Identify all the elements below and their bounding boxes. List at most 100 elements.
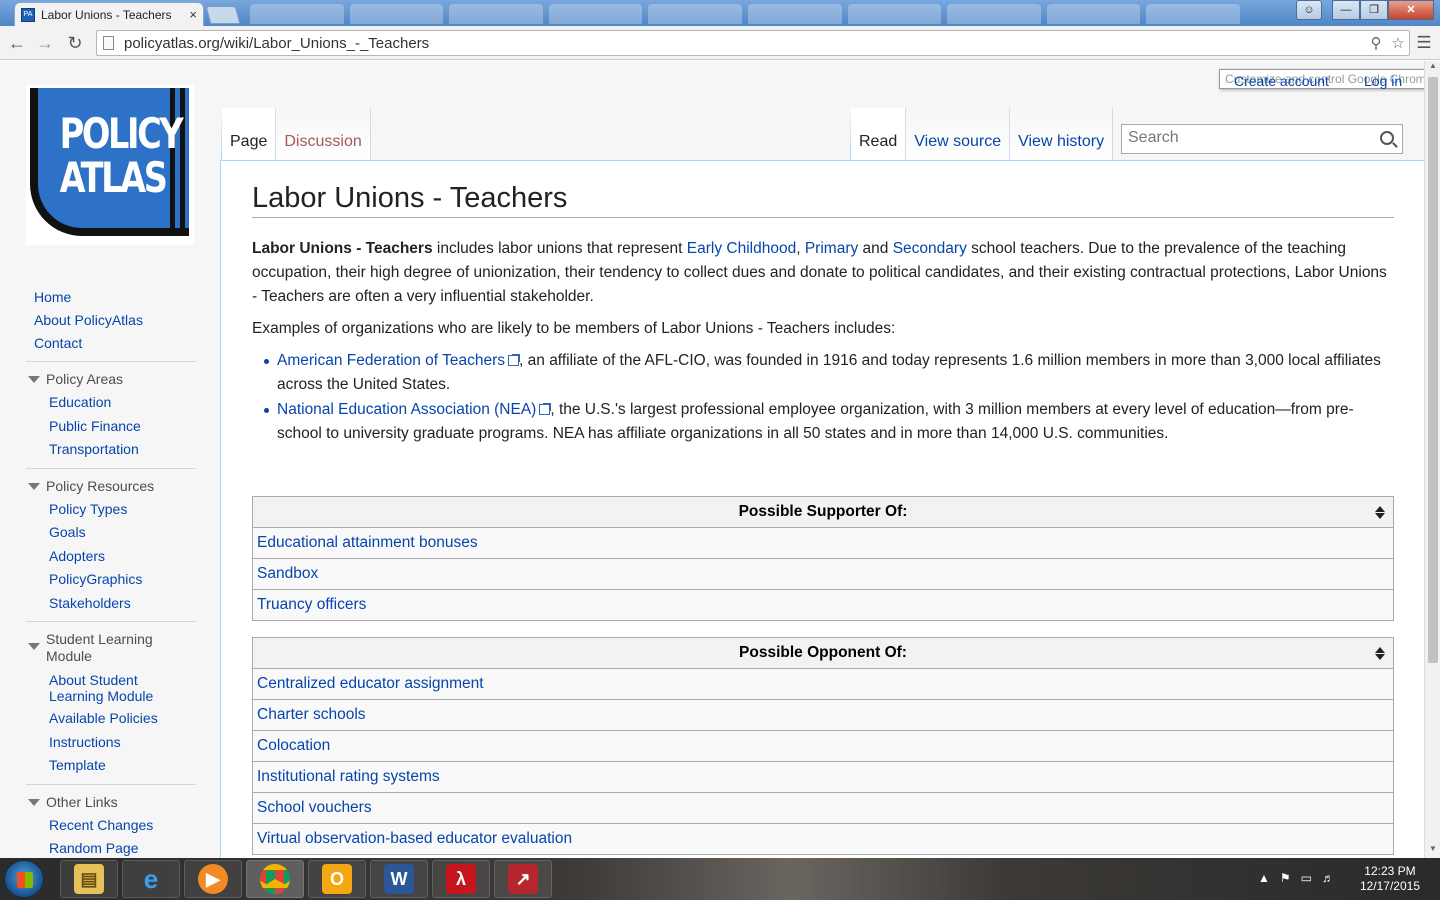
sidebar-item-random-page[interactable]: Random Page [26,837,196,858]
taskbar-media-player[interactable]: ▶ [184,860,242,898]
aft-external-link[interactable]: American Federation of Teachers [277,352,505,369]
page-scrollbar[interactable]: ▲ ▼ [1424,61,1440,858]
sidebar-item-stakeholders[interactable]: Stakeholders [26,592,196,616]
sort-icon[interactable] [1375,506,1385,520]
sidebar-item-home[interactable]: Home [34,286,220,309]
taskbar-internet-explorer[interactable]: e [122,860,180,898]
close-window-button[interactable]: ✕ [1388,0,1434,20]
search-icon[interactable] [1380,131,1394,145]
sidebar-section-toggle[interactable]: Policy Areas [26,371,196,388]
sidebar-item-about-policyatlas[interactable]: About PolicyAtlas [34,309,220,332]
taskbar-outlook[interactable]: O [308,860,366,898]
header-label: Possible Opponent Of: [739,644,907,661]
sidebar-item-recent-changes[interactable]: Recent Changes [26,814,196,838]
scroll-down-icon[interactable]: ▼ [1425,844,1440,858]
tray-icons[interactable]: ▲⚑▭♬ [1258,871,1344,885]
background-tab[interactable] [349,4,444,24]
sidebar-item-policy-types[interactable]: Policy Types [26,498,196,522]
primary-link[interactable]: Primary [805,240,858,257]
taskbar-word[interactable]: W [370,860,428,898]
user-profile-icon[interactable]: ☺ [1296,0,1322,20]
sidebar-item-available-policies[interactable]: Available Policies [26,707,196,731]
sidebar-item-education[interactable]: Education [26,391,196,415]
url-text[interactable]: policyatlas.org/wiki/Labor_Unions_-_Teac… [124,35,1365,52]
scrollbar-thumb[interactable] [1428,77,1438,663]
background-tab[interactable] [1046,4,1141,24]
taskbar-explorer[interactable]: ▤ [60,860,118,898]
table-link[interactable]: Truancy officers [257,596,366,613]
forward-arrow-icon[interactable]: → [34,32,56,54]
tab-read[interactable]: Read [851,108,907,160]
tab-page[interactable]: Page [222,108,277,160]
background-tab[interactable] [449,4,543,24]
back-arrow-icon[interactable]: ← [6,32,28,54]
sidebar-item-about-student-learning-module[interactable]: About Student Learning Module [26,668,166,707]
table-row: Educational attainment bonuses [252,527,1394,559]
table-link[interactable]: Educational attainment bonuses [257,534,478,551]
sidebar-section-toggle[interactable]: Policy Resources [26,478,196,495]
table-header-row: Possible Opponent Of: [252,637,1394,669]
sidebar-section-other-links: Other Links Recent Changes Random Page [26,783,196,859]
table-link[interactable]: Virtual observation-based educator evalu… [257,830,572,847]
external-link-icon [539,403,552,415]
sidebar-item-adopters[interactable]: Adopters [26,545,196,569]
sidebar-item-transportation[interactable]: Transportation [26,438,196,462]
sidebar-item-policygraphics[interactable]: PolicyGraphics [26,568,196,592]
address-bar[interactable]: policyatlas.org/wiki/Labor_Unions_-_Teac… [96,30,1410,56]
zoom-icon[interactable]: ⚲ [1365,34,1387,52]
table-link[interactable]: Centralized educator assignment [257,675,484,692]
scroll-up-icon[interactable]: ▲ [1425,61,1440,75]
taskbar-chrome[interactable] [246,860,304,898]
reload-icon[interactable]: ↻ [64,32,86,54]
supporter-table-header[interactable]: Possible Supporter Of: [252,496,1394,528]
media-player-icon: ▶ [198,864,228,894]
sidebar-item-goals[interactable]: Goals [26,521,196,545]
create-account-link[interactable]: Create account [1234,73,1329,89]
background-tab[interactable] [747,4,842,24]
table-cell: School vouchers [252,792,1394,824]
table-link[interactable]: School vouchers [257,799,372,816]
tab-discussion[interactable]: Discussion [276,108,371,160]
table-row: Centralized educator assignment [252,668,1394,700]
background-tab[interactable] [947,4,1041,24]
tab-view-source[interactable]: View source [906,108,1011,160]
new-tab-button[interactable] [205,6,241,24]
taskbar-app[interactable]: ↗ [494,860,552,898]
tab-close-icon[interactable]: × [189,7,197,22]
background-tab[interactable] [548,4,643,24]
table-link[interactable]: Colocation [257,737,330,754]
background-tab[interactable] [648,4,742,24]
sidebar-section-toggle[interactable]: Student Learning Module [26,631,166,665]
sort-icon[interactable] [1375,647,1385,661]
maximize-button[interactable]: ❐ [1360,0,1388,20]
policyatlas-logo[interactable]: POLICY ATLAS [26,85,194,245]
table-link[interactable]: Charter schools [257,706,366,723]
tab-view-history[interactable]: View history [1010,108,1114,160]
log-in-link[interactable]: Log in [1364,73,1402,89]
table-link[interactable]: Sandbox [257,565,318,582]
chrome-menu-icon[interactable]: ☰ [1414,34,1434,52]
background-tab[interactable] [847,4,942,24]
opponent-table-header[interactable]: Possible Opponent Of: [252,637,1394,669]
supporter-table: Possible Supporter Of: Educational attai… [252,496,1394,621]
early-childhood-link[interactable]: Early Childhood [687,240,796,257]
start-button[interactable] [4,860,44,898]
tab-title: Labor Unions - Teachers [41,7,172,22]
background-tab[interactable] [1146,4,1240,24]
bookmark-star-icon[interactable]: ☆ [1387,34,1409,52]
search-input[interactable]: Search [1121,124,1403,154]
sidebar-item-public-finance[interactable]: Public Finance [26,415,196,439]
namespace-tabs: Page Discussion [221,108,371,160]
nea-external-link[interactable]: National Education Association (NEA) [277,401,536,418]
minimize-button[interactable]: — [1332,0,1360,20]
sidebar-item-instructions[interactable]: Instructions [26,731,196,755]
table-link[interactable]: Institutional rating systems [257,768,440,785]
clock[interactable]: 12:23 PM 12/17/2015 [1360,864,1420,894]
taskbar-acrobat[interactable]: λ [432,860,490,898]
background-tab[interactable] [250,4,344,24]
browser-tab-active[interactable]: PA Labor Unions - Teachers × [14,2,204,26]
sidebar-item-template[interactable]: Template [26,754,196,778]
secondary-link[interactable]: Secondary [893,240,967,257]
sidebar-section-toggle[interactable]: Other Links [26,794,196,811]
sidebar-item-contact[interactable]: Contact [34,332,220,355]
